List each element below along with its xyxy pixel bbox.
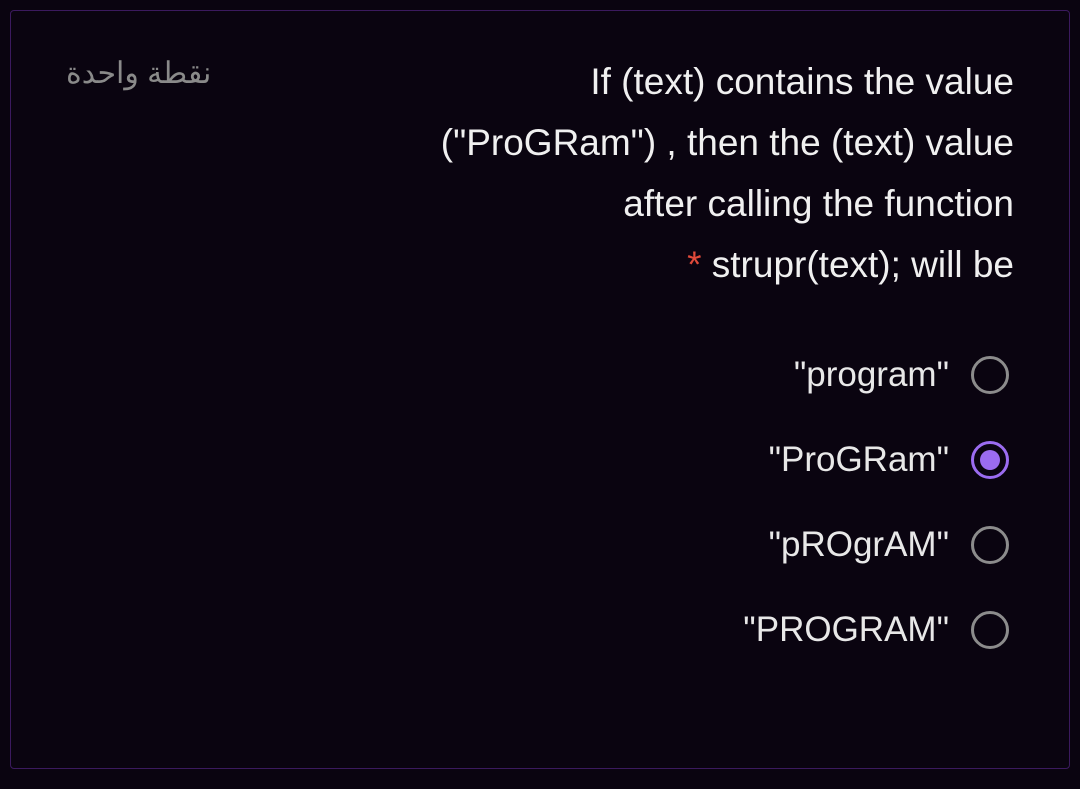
option-label: "ProGRam": [769, 440, 949, 480]
options-list: "program" "ProGRam" "pROgrAM" "PROGRAM": [66, 355, 1014, 650]
radio-icon: [971, 441, 1009, 479]
radio-icon: [971, 356, 1009, 394]
question-line-4: strupr(text); will be: [712, 244, 1014, 285]
question-line-3: after calling the function: [623, 183, 1014, 224]
option-label: "program": [794, 355, 949, 395]
option-program-upper[interactable]: "PROGRAM": [743, 610, 1009, 650]
question-text: If (text) contains the value ("ProGRam")…: [441, 51, 1014, 295]
question-card: نقطة واحدة If (text) contains the value …: [10, 10, 1070, 769]
question-header: نقطة واحدة If (text) contains the value …: [66, 51, 1014, 295]
option-program-inverse[interactable]: "pROgrAM": [769, 525, 1009, 565]
option-label: "pROgrAM": [769, 525, 949, 565]
question-line-1: If (text) contains the value: [590, 61, 1014, 102]
points-label: نقطة واحدة: [66, 51, 211, 91]
option-label: "PROGRAM": [743, 610, 949, 650]
radio-icon: [971, 526, 1009, 564]
required-asterisk: *: [687, 244, 701, 285]
radio-icon: [971, 611, 1009, 649]
option-program-lower[interactable]: "program": [794, 355, 1009, 395]
option-program-mixed[interactable]: "ProGRam": [769, 440, 1009, 480]
question-line-2: ("ProGRam") , then the (text) value: [441, 122, 1014, 163]
